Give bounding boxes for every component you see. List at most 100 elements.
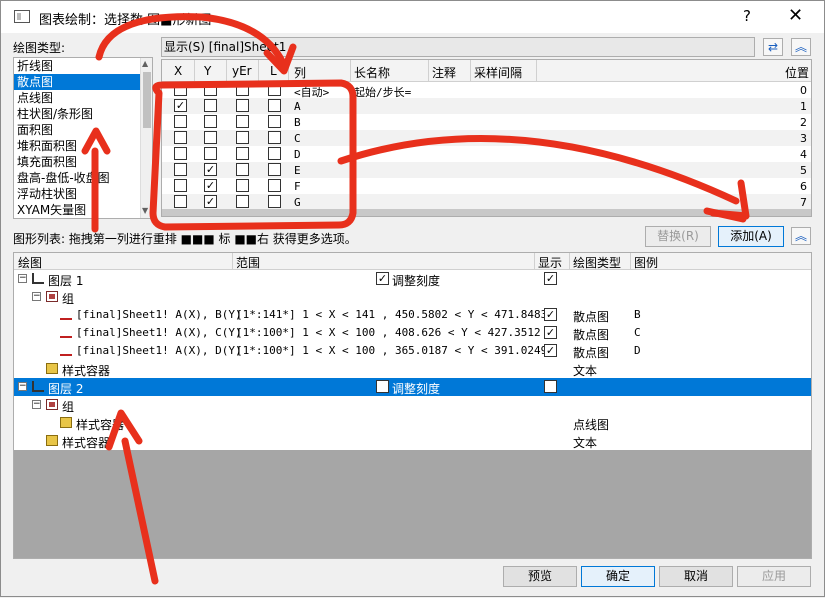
tree-row[interactable]: 样式容器 点线图 [14, 414, 811, 432]
plot-type-item[interactable]: 堆积面积图 [14, 138, 152, 154]
plot-type-item[interactable]: 折线图 [14, 58, 152, 74]
yerr-checkbox[interactable] [236, 179, 249, 192]
yerr-checkbox[interactable] [236, 131, 249, 144]
collapse-toggle-icon[interactable]: − [18, 382, 27, 391]
l-checkbox[interactable] [268, 99, 281, 112]
plot-type-item[interactable]: 盘高-盘低-收盘图 [14, 170, 152, 186]
swap-icon[interactable]: ⇄ [763, 38, 783, 56]
preview-button[interactable]: 预览 [503, 566, 577, 587]
plot-type-item[interactable]: 散点图 [14, 74, 152, 90]
x-checkbox[interactable] [174, 179, 187, 192]
x-checkbox[interactable] [174, 195, 187, 208]
yerr-checkbox[interactable] [236, 115, 249, 128]
help-button[interactable]: ? [743, 7, 751, 25]
tree-row[interactable]: [final]Sheet1! A(X), D(Y) [1*:100*] 1 < X… [14, 342, 811, 360]
y-checkbox[interactable] [204, 115, 217, 128]
column-grid-hscroll[interactable] [162, 209, 811, 216]
header-yerr[interactable]: yEr [232, 64, 252, 78]
tree-header-type[interactable]: 绘图类型 [573, 254, 621, 271]
header-longname[interactable]: 长名称 [354, 64, 390, 81]
tree-row[interactable]: [final]Sheet1! A(X), C(Y) [1*:100*] 1 < X… [14, 324, 811, 342]
collapse-toggle-icon[interactable]: − [32, 400, 41, 409]
tree-header-range[interactable]: 范围 [236, 254, 260, 271]
column-grid-row[interactable]: B2 [162, 114, 811, 130]
l-checkbox[interactable] [268, 147, 281, 160]
y-checkbox[interactable]: ✓ [204, 179, 217, 192]
collapse-toggle-icon[interactable]: − [32, 292, 41, 301]
l-checkbox[interactable] [268, 131, 281, 144]
column-grid-row[interactable]: D4 [162, 146, 811, 162]
plot-type-item[interactable]: 面积图 [14, 122, 152, 138]
yerr-checkbox[interactable] [236, 99, 249, 112]
scroll-thumb[interactable] [143, 72, 151, 128]
tree-row[interactable]: − 组 [14, 288, 811, 306]
show-checkbox[interactable]: ✓ [544, 380, 557, 393]
plot-type-item[interactable]: 点线图 [14, 90, 152, 106]
show-checkbox[interactable]: ✓ [544, 308, 557, 321]
l-checkbox[interactable] [268, 163, 281, 176]
x-checkbox[interactable] [174, 147, 187, 160]
y-checkbox[interactable] [204, 99, 217, 112]
plot-type-item[interactable]: 填充面积图 [14, 154, 152, 170]
y-checkbox[interactable]: ✓ [204, 195, 217, 208]
apply-button[interactable]: 应用 [737, 566, 811, 587]
yerr-checkbox[interactable] [236, 195, 249, 208]
scroll-down-icon[interactable]: ▼ [142, 206, 148, 215]
header-y[interactable]: Y [204, 64, 211, 78]
add-button[interactable]: 添加(A) [718, 226, 784, 247]
collapse-lower-icon[interactable]: ︽ [791, 227, 811, 245]
column-grid-row[interactable]: ✓ G 7 [162, 194, 811, 210]
header-position[interactable]: 位置 [785, 64, 809, 81]
header-sampling[interactable]: 采样间隔 [474, 64, 522, 81]
x-checkbox[interactable] [174, 115, 187, 128]
header-comment[interactable]: 注释 [432, 64, 456, 81]
l-checkbox[interactable] [268, 179, 281, 192]
column-grid-row[interactable]: ✓ A 1 [162, 98, 811, 114]
tree-row[interactable]: − 图层 2 调整刻度 ✓ ✓ [14, 378, 811, 396]
tree-header-legend[interactable]: 图例 [634, 254, 658, 271]
tree-row[interactable]: − 组 [14, 396, 811, 414]
show-checkbox[interactable]: ✓ [544, 272, 557, 285]
scroll-up-icon[interactable]: ▲ [142, 59, 148, 68]
tree-header-show[interactable]: 显示 [538, 254, 562, 271]
x-checkbox[interactable] [174, 131, 187, 144]
y-checkbox[interactable]: ✓ [204, 163, 217, 176]
replace-button[interactable]: 替换(R) [645, 226, 711, 247]
tree-row[interactable]: − 图层 1 调整刻度 ✓ ✓ [14, 270, 811, 288]
header-x[interactable]: X [174, 64, 182, 78]
tree-row[interactable]: 样式容器 文本 [14, 360, 811, 378]
x-checkbox[interactable] [174, 83, 187, 96]
y-checkbox[interactable] [204, 83, 217, 96]
l-checkbox[interactable] [268, 195, 281, 208]
plot-type-list[interactable]: 折线图 散点图 点线图 柱状图/条形图 面积图 堆积面积图 填充面积图 盘高-盘低-收盘图 浮动… [13, 57, 153, 219]
yerr-checkbox[interactable] [236, 147, 249, 160]
l-checkbox[interactable] [268, 83, 281, 96]
tree-header-plot[interactable]: 绘图 [18, 254, 42, 271]
y-checkbox[interactable] [204, 147, 217, 160]
column-grid-row[interactable]: ✓ F 6 [162, 178, 811, 194]
plot-type-item[interactable]: XYAM矢量图 [14, 202, 152, 218]
plot-type-scrollbar[interactable]: ▲ ▼ [140, 58, 152, 218]
adjust-scale-checkbox[interactable]: ✓ [376, 380, 389, 393]
x-checkbox[interactable] [174, 163, 187, 176]
column-grid-row[interactable]: ✓ E 5 [162, 162, 811, 178]
show-selector[interactable]: 显示(S) [final]Sheet1 [161, 37, 755, 57]
column-grid-row[interactable]: C3 [162, 130, 811, 146]
cancel-button[interactable]: 取消 [659, 566, 733, 587]
x-checkbox[interactable]: ✓ [174, 99, 187, 112]
plot-type-item[interactable]: 柱状图/条形图 [14, 106, 152, 122]
header-column[interactable]: 列 [294, 64, 306, 81]
y-checkbox[interactable] [204, 131, 217, 144]
ok-button[interactable]: 确定 [581, 566, 655, 587]
column-grid-row[interactable]: <自动> 起始/步长= 0 [162, 82, 811, 99]
header-l[interactable]: L [270, 64, 277, 78]
tree-row[interactable]: [final]Sheet1! A(X), B(Y) [1*:141*] 1 < X… [14, 306, 811, 324]
tree-row[interactable]: 样式容器 文本 [14, 432, 811, 450]
yerr-checkbox[interactable] [236, 83, 249, 96]
collapse-toggle-icon[interactable]: − [18, 274, 27, 283]
adjust-scale-checkbox[interactable]: ✓ [376, 272, 389, 285]
yerr-checkbox[interactable] [236, 163, 249, 176]
show-checkbox[interactable]: ✓ [544, 326, 557, 339]
close-button[interactable]: ✕ [788, 5, 803, 26]
show-checkbox[interactable]: ✓ [544, 344, 557, 357]
